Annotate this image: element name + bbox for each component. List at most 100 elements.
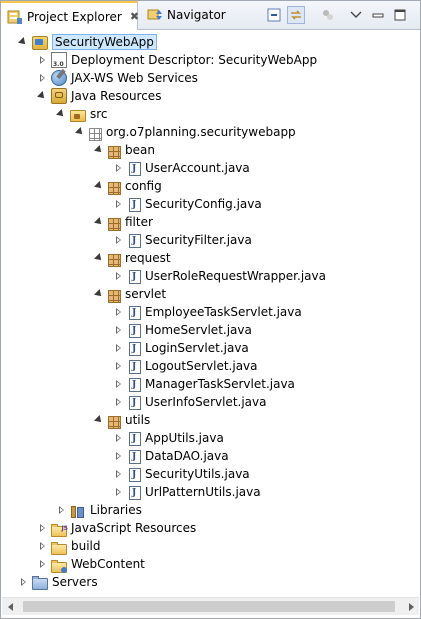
tree-item[interactable]: servlet	[1, 285, 166, 303]
tree-item[interactable]: utils	[1, 411, 150, 429]
package-icon	[108, 217, 121, 231]
tree-item[interactable]: EmployeeTaskServlet.java	[1, 303, 302, 321]
tree-item-label: servlet	[125, 287, 167, 301]
collapsed-arrow-icon[interactable]	[112, 429, 124, 447]
tree-item[interactable]: JAX-WS Web Services	[1, 69, 198, 87]
tree-item[interactable]: build	[1, 537, 101, 555]
tree-item[interactable]: UrlPatternUtils.java	[1, 483, 261, 501]
java-file-icon	[129, 306, 141, 320]
maximize-icon[interactable]	[391, 6, 409, 24]
tab-navigator[interactable]: Navigator	[141, 1, 226, 29]
tree-item[interactable]: bean	[1, 141, 155, 159]
horizontal-scrollbar[interactable]	[2, 597, 419, 615]
tree-item[interactable]: DataDAO.java	[1, 447, 229, 465]
java-file-icon	[129, 396, 141, 410]
close-icon[interactable]: ✖	[130, 10, 139, 23]
link-with-editor-icon[interactable]	[287, 6, 305, 24]
package-icon	[108, 415, 121, 429]
expanded-arrow-icon[interactable]	[93, 213, 105, 231]
package-icon	[108, 181, 121, 195]
tree-item[interactable]: ManagerTaskServlet.java	[1, 375, 295, 393]
collapsed-arrow-icon[interactable]	[36, 51, 48, 69]
collapsed-arrow-icon[interactable]	[112, 465, 124, 483]
empty-package-icon	[89, 127, 102, 141]
minimize-icon[interactable]	[369, 6, 387, 24]
project-explorer-view: Project Explorer ✖ Navigator SecurityWeb…	[0, 0, 421, 619]
tree-item[interactable]: SecurityWebApp	[1, 33, 157, 51]
collapsed-arrow-icon[interactable]	[112, 483, 124, 501]
expanded-arrow-icon[interactable]	[93, 177, 105, 195]
tree-item[interactable]: filter	[1, 213, 153, 231]
tree-item[interactable]: Java Resources	[1, 87, 161, 105]
expanded-arrow-icon[interactable]	[93, 285, 105, 303]
tree-item[interactable]: UserInfoServlet.java	[1, 393, 266, 411]
tree-item[interactable]: Servers	[1, 573, 98, 591]
project-icon	[32, 36, 48, 50]
collapsed-arrow-icon[interactable]	[112, 231, 124, 249]
view-options-icon[interactable]	[319, 6, 337, 24]
scroll-left-icon[interactable]	[2, 598, 19, 615]
tree-item[interactable]: request	[1, 249, 171, 267]
view-menu-icon[interactable]	[347, 6, 365, 24]
collapsed-arrow-icon[interactable]	[112, 195, 124, 213]
tree-item-label: request	[125, 251, 171, 265]
tree-item[interactable]: LogoutServlet.java	[1, 357, 258, 375]
collapsed-arrow-icon[interactable]	[55, 501, 67, 519]
tree-item[interactable]: SecurityConfig.java	[1, 195, 262, 213]
collapsed-arrow-icon[interactable]	[36, 537, 48, 555]
tree-item[interactable]: UserRoleRequestWrapper.java	[1, 267, 326, 285]
web-content-folder-icon	[51, 559, 67, 573]
collapsed-arrow-icon[interactable]	[36, 69, 48, 87]
expanded-arrow-icon[interactable]	[36, 87, 48, 105]
tree-item[interactable]: LoginServlet.java	[1, 339, 249, 357]
tree-item[interactable]: SecurityUtils.java	[1, 465, 250, 483]
tree-item[interactable]: HomeServlet.java	[1, 321, 252, 339]
expanded-arrow-icon[interactable]	[17, 33, 29, 51]
tree-item[interactable]: JavaScript Resources	[1, 519, 197, 538]
expanded-arrow-icon[interactable]	[55, 105, 67, 123]
scrollbar-thumb[interactable]	[23, 601, 395, 612]
expanded-arrow-icon[interactable]	[93, 411, 105, 429]
tree-item[interactable]: WebContent	[1, 555, 145, 573]
tree-item-label: JavaScript Resources	[71, 521, 197, 535]
scroll-right-icon[interactable]	[402, 598, 419, 615]
java-file-icon	[129, 342, 141, 356]
collapsed-arrow-icon[interactable]	[112, 357, 124, 375]
collapsed-arrow-icon[interactable]	[112, 321, 124, 339]
tree-item-label: UserInfoServlet.java	[145, 395, 267, 409]
java-file-icon	[129, 432, 141, 446]
collapsed-arrow-icon[interactable]	[112, 375, 124, 393]
tree-item[interactable]: UserAccount.java	[1, 159, 250, 177]
tree-item[interactable]: src	[1, 105, 108, 123]
java-file-icon	[129, 162, 141, 176]
java-file-icon	[129, 450, 141, 464]
collapsed-arrow-icon[interactable]	[112, 267, 124, 285]
collapsed-arrow-icon[interactable]	[112, 393, 124, 411]
tree-item[interactable]: config	[1, 177, 162, 195]
tree-item[interactable]: org.o7planning.securitywebapp	[1, 123, 296, 141]
collapsed-arrow-icon[interactable]	[112, 447, 124, 465]
tree-item-label: build	[71, 539, 101, 553]
collapsed-arrow-icon[interactable]	[112, 303, 124, 321]
javascript-resources-icon	[51, 520, 68, 538]
collapse-all-icon[interactable]	[265, 6, 283, 24]
tree-item[interactable]: AppUtils.java	[1, 429, 224, 447]
libraries-icon	[70, 506, 86, 518]
tree-item-label: UrlPatternUtils.java	[145, 485, 261, 499]
package-icon	[108, 289, 121, 303]
project-explorer-icon	[7, 9, 23, 25]
collapsed-arrow-icon[interactable]	[36, 555, 48, 573]
expanded-arrow-icon[interactable]	[93, 141, 105, 159]
tree-item-label: Java Resources	[71, 89, 162, 103]
tab-project-explorer[interactable]: Project Explorer ✖	[1, 1, 139, 30]
tree-item[interactable]: SecurityFilter.java	[1, 231, 252, 249]
tree-item[interactable]: Deployment Descriptor: SecurityWebApp	[1, 51, 317, 74]
tree-item-label: SecurityFilter.java	[145, 233, 252, 247]
collapsed-arrow-icon[interactable]	[36, 519, 48, 537]
tree-item[interactable]: Libraries	[1, 501, 142, 519]
collapsed-arrow-icon[interactable]	[112, 339, 124, 357]
expanded-arrow-icon[interactable]	[74, 123, 86, 141]
expanded-arrow-icon[interactable]	[93, 249, 105, 267]
collapsed-arrow-icon[interactable]	[112, 159, 124, 177]
collapsed-arrow-icon[interactable]	[17, 573, 29, 591]
